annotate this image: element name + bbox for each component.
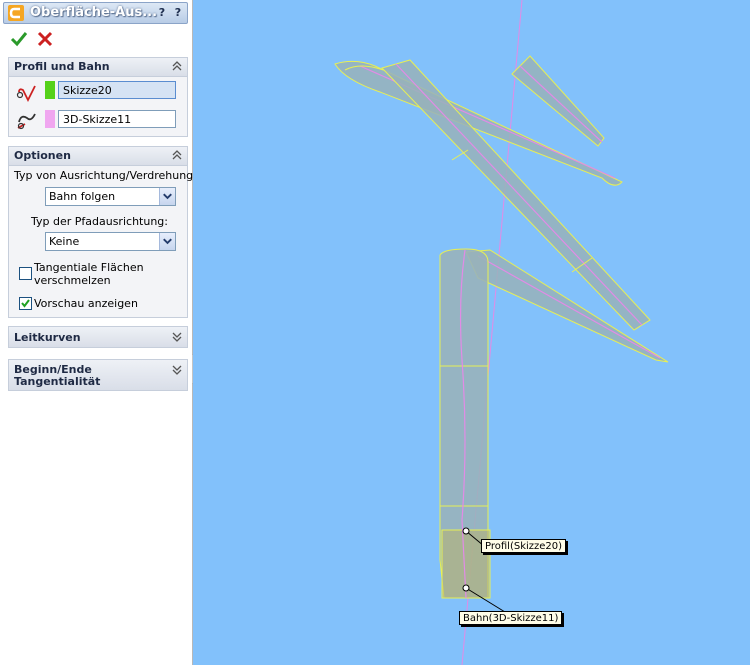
guide-curves-group[interactable]: Leitkurven: [8, 326, 188, 348]
ok-cancel-bar: [8, 30, 68, 48]
collapse-chevron-icon[interactable]: [171, 149, 183, 161]
orientation-label: Typ von Ausrichtung/Verdrehung:: [14, 169, 197, 182]
path-alignment-label: Typ der Pfadausrichtung:: [31, 215, 168, 228]
chevron-down-icon[interactable]: [159, 188, 175, 205]
guide-curves-title: Leitkurven: [14, 331, 81, 344]
path-alignment-value: Keine: [49, 235, 80, 248]
options-header[interactable]: Optionen: [9, 147, 187, 166]
help-label: ?: [158, 6, 166, 19]
sweep-surface-icon: [8, 5, 24, 21]
profile-callout-label[interactable]: Profil(Skizze20): [481, 539, 567, 553]
collapse-chevron-icon[interactable]: [171, 60, 183, 72]
help-question-icon[interactable]: ?: [171, 6, 185, 20]
tangency-title-line2: Tangentialität: [14, 375, 101, 388]
preview-label: Vorschau anzeigen: [34, 297, 138, 310]
path-color-swatch: [45, 110, 55, 128]
sweep-preview-graphic: [334, 0, 669, 665]
help-icon[interactable]: ?: [155, 6, 169, 20]
profile-path-title: Profil und Bahn: [14, 60, 110, 73]
help-label-2: ?: [174, 6, 182, 19]
path-selection-field[interactable]: 3D-Skizze11: [58, 110, 176, 128]
tangency-title: Beginn/Ende Tangentialität: [14, 364, 100, 388]
path-selector-icon: [17, 113, 36, 130]
expand-chevron-icon[interactable]: [171, 331, 183, 343]
property-manager-panel: Oberfläche-Aus... ? ? Profil und Bahn Sk…: [0, 0, 197, 665]
tangency-group[interactable]: Beginn/Ende Tangentialität: [8, 359, 188, 391]
x-icon[interactable]: [36, 30, 54, 48]
graphics-viewport[interactable]: Profil(Skizze20) Bahn(3D-Skizze11): [193, 0, 750, 665]
profile-selector-icon: [16, 85, 36, 103]
expand-chevron-icon[interactable]: [171, 364, 183, 376]
merge-tangent-label-line1: Tangentiale Flächen: [34, 261, 144, 274]
profile-path-group: Profil und Bahn Skizze20 3D-Skizze11: [8, 57, 188, 137]
options-title: Optionen: [14, 149, 71, 162]
merge-tangent-checkbox[interactable]: [19, 267, 32, 280]
panel-title-bar: Oberfläche-Aus... ? ?: [3, 2, 188, 24]
profile-path-header[interactable]: Profil und Bahn: [9, 58, 187, 77]
merge-tangent-label: Tangentiale Flächen verschmelzen: [34, 261, 144, 287]
check-icon[interactable]: [10, 30, 28, 48]
orientation-dropdown[interactable]: Bahn folgen: [45, 187, 176, 206]
sweep-band-top-right: [511, 55, 605, 147]
path-callout-label[interactable]: Bahn(3D-Skizze11): [459, 611, 563, 625]
path-anchor-point[interactable]: [462, 584, 470, 592]
checkmark-icon: [21, 299, 30, 308]
profile-color-swatch: [45, 81, 55, 99]
profile-anchor-point[interactable]: [462, 527, 470, 535]
orientation-value: Bahn folgen: [49, 190, 116, 203]
profile-selection-field[interactable]: Skizze20: [58, 81, 176, 99]
preview-checkbox[interactable]: [19, 297, 32, 310]
path-alignment-dropdown[interactable]: Keine: [45, 232, 176, 251]
options-group: Optionen Typ von Ausrichtung/Verdrehung:…: [8, 146, 197, 318]
panel-title: Oberfläche-Aus...: [30, 5, 158, 20]
chevron-down-icon[interactable]: [159, 233, 175, 250]
merge-tangent-label-line2: verschmelzen: [34, 274, 111, 287]
